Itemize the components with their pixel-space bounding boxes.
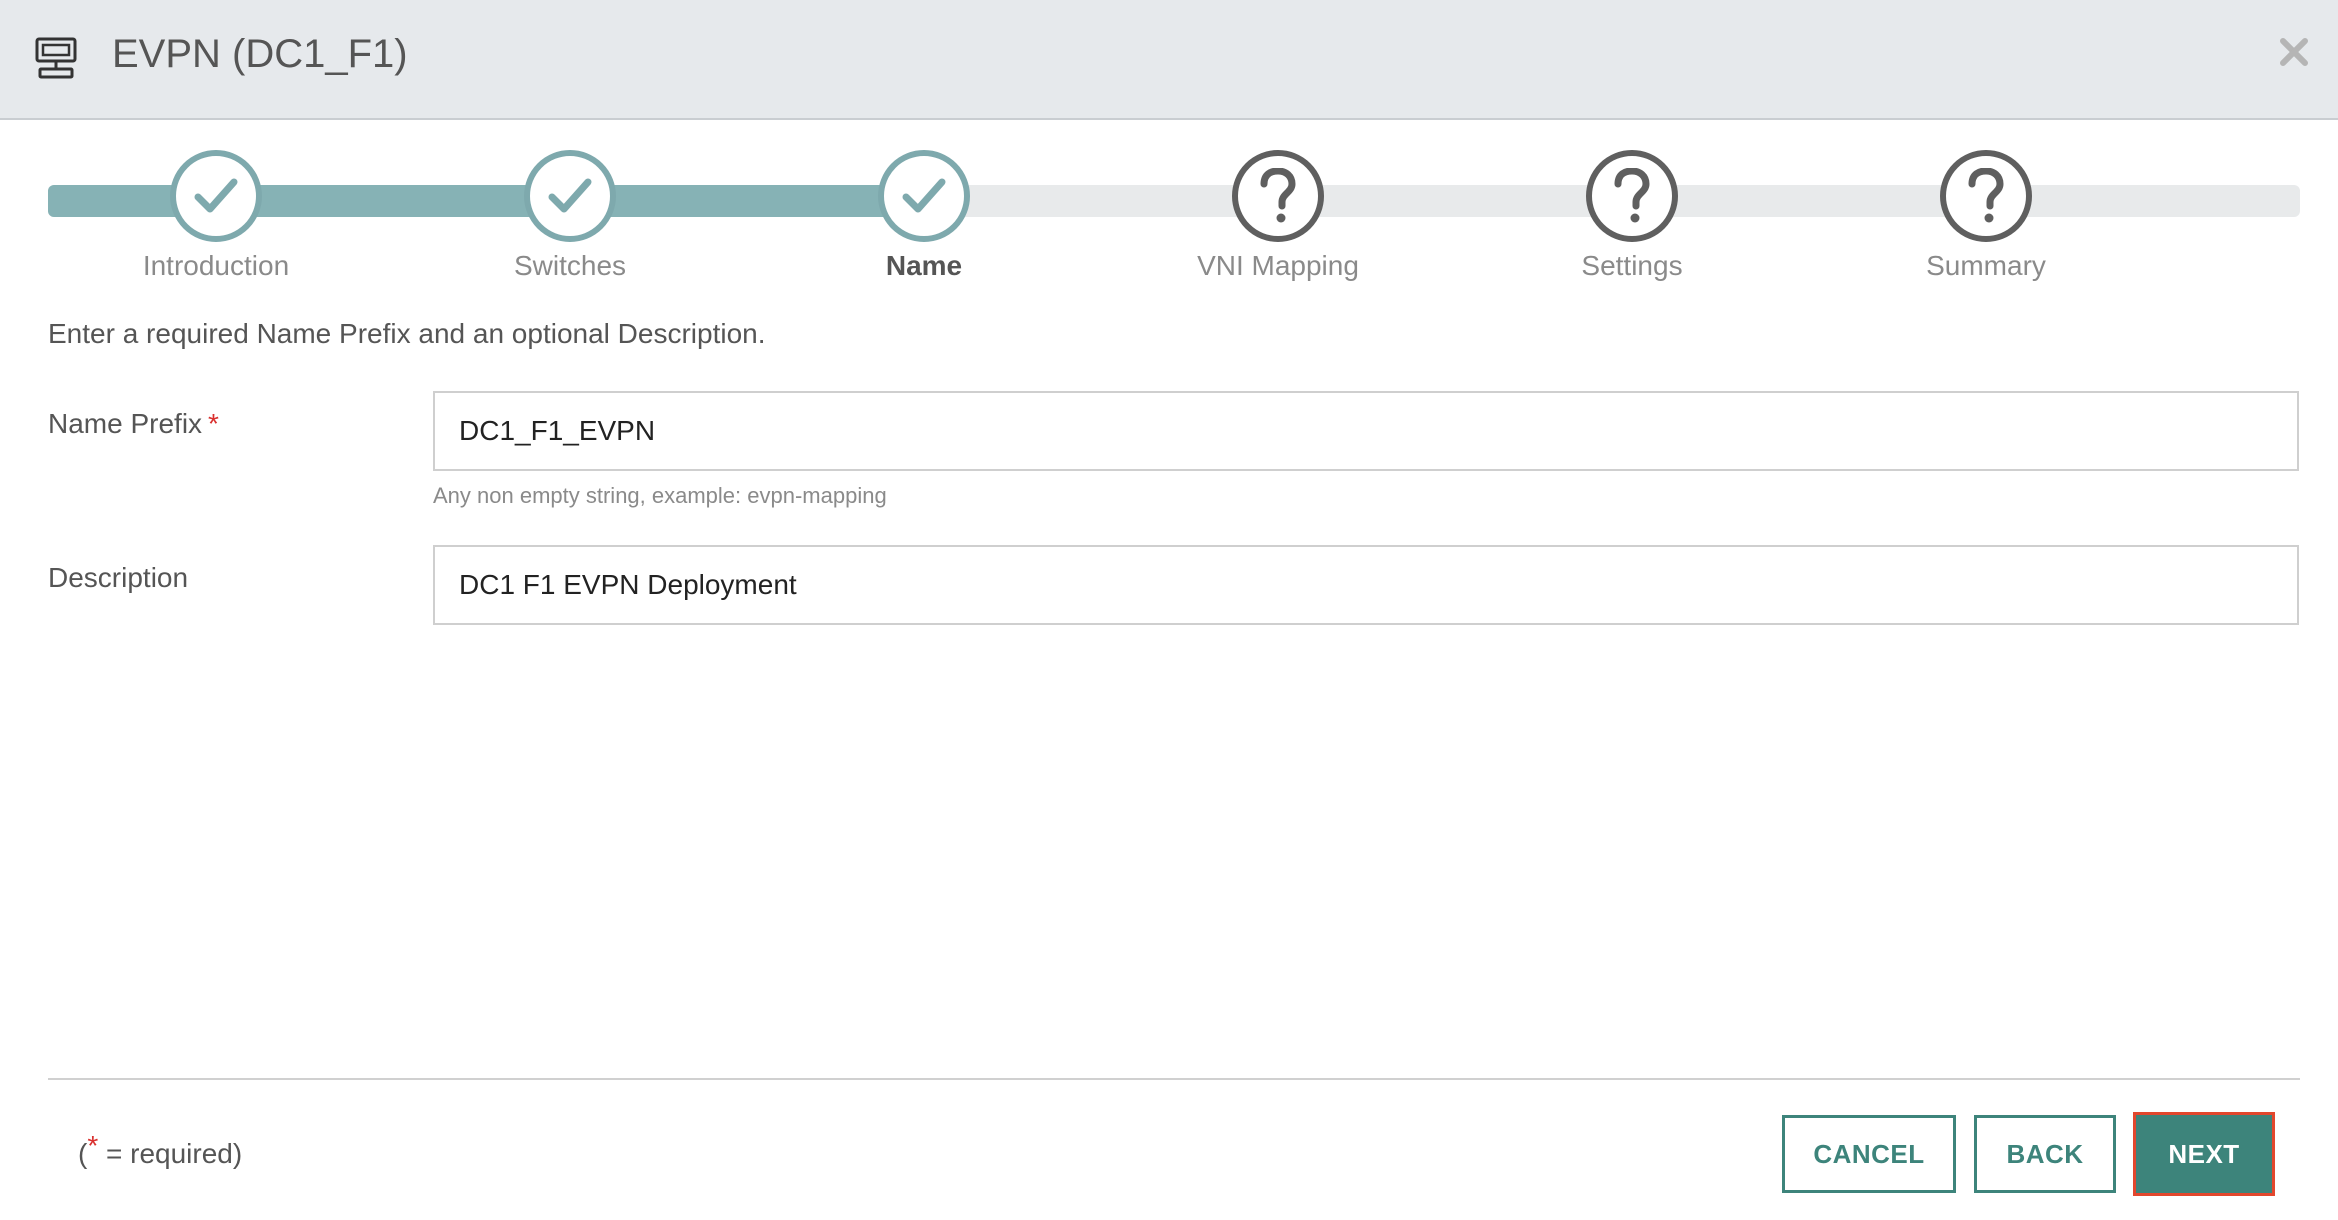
name-prefix-hint: Any non empty string, example: evpn-mapp… [433,483,887,508]
dialog-title: EVPN (DC1_F1) [112,32,408,76]
next-button[interactable]: NEXT [2133,1112,2275,1196]
step-status-circle [170,150,262,242]
question-icon [1614,168,1650,223]
step-label: Name [885,250,963,281]
network-device-icon [35,37,77,79]
cancel-button[interactable]: CANCEL [1782,1115,1956,1193]
step-label: VNI Mapping [1197,250,1359,281]
required-legend-text: = required) [98,1138,243,1169]
step-settings: Settings [1502,140,1762,282]
check-icon [548,178,592,213]
check-icon [902,178,946,213]
close-icon [2280,38,2308,66]
step-status-circle [878,150,970,242]
check-icon [194,178,238,213]
footer-divider [48,1078,2300,1080]
name-prefix-label: Name Prefix * [48,408,219,440]
wizard-stepper: Introduction Switches Name VNI Mapping S… [48,140,2300,290]
step-introduction: Introduction [86,140,346,282]
close-button[interactable] [2270,28,2318,76]
description-input[interactable] [433,545,2299,625]
required-legend: (* = required) [78,1130,243,1170]
step-status-circle [1232,150,1324,242]
step-label: Summary [1926,250,2046,281]
back-button[interactable]: BACK [1974,1115,2116,1193]
step-label: Switches [513,250,627,281]
required-asterisk: * [208,408,219,439]
name-prefix-label-text: Name Prefix [48,408,203,439]
dialog-header: EVPN (DC1_F1) [0,0,2338,120]
question-icon [1968,168,2004,223]
step-status-circle [1940,150,2032,242]
step-status-circle [1586,150,1678,242]
step-label: Introduction [142,250,290,281]
step-summary: Summary [1856,140,2116,282]
step-name: Name [794,140,1054,282]
step-status-circle [524,150,616,242]
step-vni-mapping: VNI Mapping [1148,140,1408,282]
form-instructions: Enter a required Name Prefix and an opti… [48,318,766,349]
description-label: Description [48,562,189,593]
required-legend-star: * [87,1130,99,1161]
required-legend-open: ( [78,1138,88,1169]
step-switches: Switches [440,140,700,282]
name-prefix-input[interactable] [433,391,2299,471]
step-label: Settings [1581,250,1683,281]
question-icon [1260,168,1296,223]
